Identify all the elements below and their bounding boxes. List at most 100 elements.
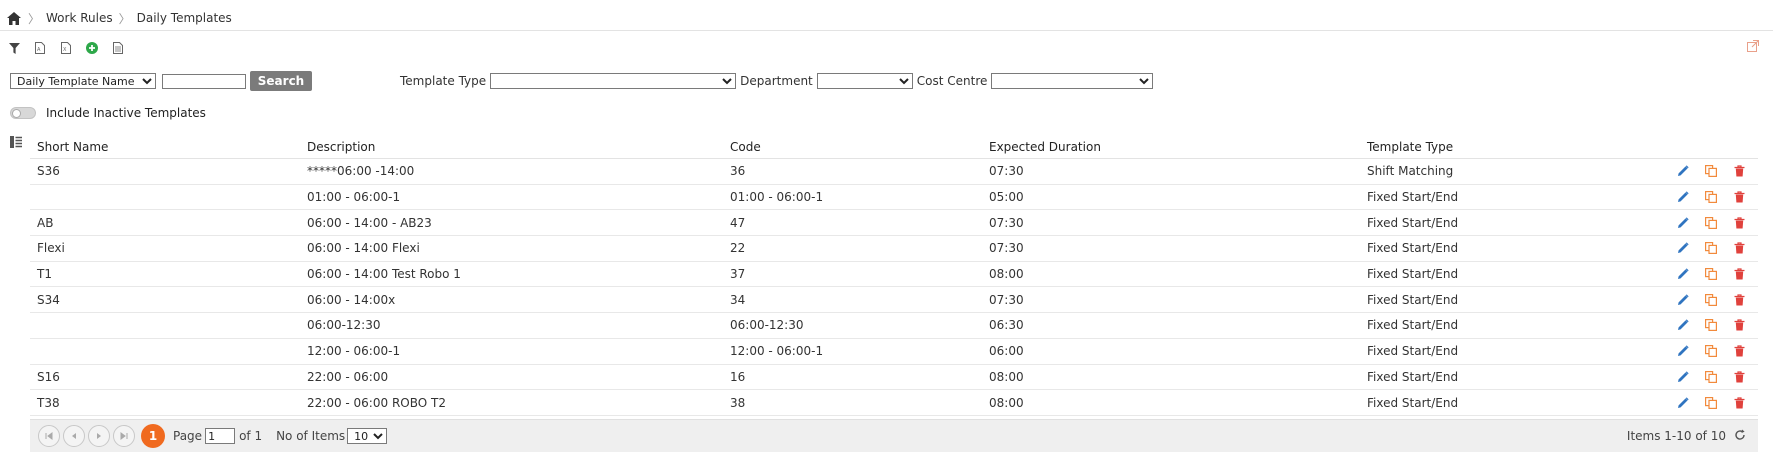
edit-icon[interactable] [1676,267,1690,281]
toolbar: A X [8,42,124,54]
table-row[interactable]: 12:00 - 06:00-1 12:00 - 06:00-1 06:00 Fi… [30,339,1758,365]
cell-description: 01:00 - 06:00-1 [307,190,401,205]
delete-icon[interactable] [1732,190,1746,204]
copy-icon[interactable] [1704,293,1718,307]
cell-code: 36 [730,164,746,179]
pager-summary-area: Items 1-10 of 10 [1627,429,1758,444]
first-page-button[interactable] [38,425,60,447]
delete-icon[interactable] [1732,370,1746,384]
table-row[interactable]: S36 *****06:00 -14:00 36 07:30 Shift Mat… [30,159,1758,185]
cell-short-name: T38 [37,395,60,410]
table-row[interactable]: 01:00 - 06:00-1 01:00 - 06:00-1 05:00 Fi… [30,185,1758,211]
edit-icon[interactable] [1676,318,1690,332]
delete-icon[interactable] [1732,267,1746,281]
cell-description: *****06:00 -14:00 [307,164,415,179]
templates-grid: Short Name Description Code Expected Dur… [30,135,1758,416]
delete-icon[interactable] [1732,216,1746,230]
refresh-icon[interactable] [1734,429,1746,444]
excel-export-icon[interactable]: X [60,42,72,54]
edit-icon[interactable] [1676,293,1690,307]
edit-icon[interactable] [1676,344,1690,358]
row-actions [1648,190,1758,204]
delete-icon[interactable] [1732,318,1746,332]
copy-icon[interactable] [1704,190,1718,204]
grid-header: Short Name Description Code Expected Dur… [30,135,1758,159]
page-size-select[interactable]: 100 [347,428,388,444]
delete-icon[interactable] [1732,396,1746,410]
cell-short-name: S34 [37,292,60,307]
table-row[interactable]: S16 22:00 - 06:00 16 08:00 Fixed Start/E… [30,365,1758,391]
table-row[interactable]: S34 06:00 - 14:00x 34 07:30 Fixed Start/… [30,287,1758,314]
delete-icon[interactable] [1732,293,1746,307]
copy-icon[interactable] [1704,344,1718,358]
cell-short-name: AB [37,215,54,230]
copy-icon[interactable] [1704,396,1718,410]
home-icon[interactable] [6,10,22,26]
cell-code: 38 [730,395,746,410]
next-page-button[interactable] [88,425,110,447]
last-page-button[interactable] [113,425,135,447]
header-short-name[interactable]: Short Name [30,140,300,154]
row-actions [1648,267,1758,281]
cell-description: 06:00 - 14:00 Flexi [307,241,420,256]
prev-page-button[interactable] [63,425,85,447]
copy-icon[interactable] [1704,216,1718,230]
edit-icon[interactable] [1676,190,1690,204]
edit-icon[interactable] [1676,164,1690,178]
search-input[interactable] [162,73,246,89]
cell-template-type: Shift Matching [1367,164,1454,179]
document-icon[interactable] [112,42,124,54]
page-number-input[interactable] [205,428,236,444]
cell-description: 06:00 - 14:00x [307,292,396,307]
edit-icon[interactable] [1676,370,1690,384]
copy-icon[interactable] [1704,241,1718,255]
row-actions [1648,216,1758,230]
edit-icon[interactable] [1676,396,1690,410]
table-row[interactable]: Flexi 06:00 - 14:00 Flexi 22 07:30 Fixed… [30,236,1758,262]
copy-icon[interactable] [1704,370,1718,384]
breadcrumb-work-rules[interactable]: Work Rules [46,11,113,25]
cell-expected-duration: 07:30 [989,215,1024,230]
edit-icon[interactable] [1676,241,1690,255]
delete-icon[interactable] [1732,344,1746,358]
filter-icon[interactable] [8,42,20,54]
delete-icon[interactable] [1732,241,1746,255]
search-button[interactable]: Search [250,71,312,91]
row-actions [1648,293,1758,307]
cost-centre-select[interactable] [991,73,1154,89]
cell-code: 12:00 - 06:00-1 [730,344,824,359]
search-field-select[interactable]: Daily Template Name [10,73,156,89]
copy-icon[interactable] [1704,164,1718,178]
cell-expected-duration: 07:30 [989,241,1024,256]
copy-icon[interactable] [1704,318,1718,332]
delete-icon[interactable] [1732,164,1746,178]
cell-expected-duration: 08:00 [989,395,1024,410]
header-template-type[interactable]: Template Type [1360,140,1648,154]
cell-template-type: Fixed Start/End [1367,190,1459,205]
table-row[interactable]: AB 06:00 - 14:00 - AB23 47 07:30 Fixed S… [30,210,1758,237]
cell-template-type: Fixed Start/End [1367,267,1459,282]
cell-template-type: Fixed Start/End [1367,292,1459,307]
table-row[interactable]: 06:00-12:30 06:00-12:30 06:30 Fixed Star… [30,313,1758,339]
popout-icon[interactable] [1747,40,1759,52]
header-code[interactable]: Code [723,140,982,154]
add-icon[interactable] [86,42,98,54]
page-size-label: No of Items [276,429,346,443]
breadcrumb: 〉 Work Rules 〉 Daily Templates [6,7,232,29]
column-chooser-icon[interactable] [10,136,22,148]
copy-icon[interactable] [1704,267,1718,281]
current-page-button[interactable]: 1 [141,424,165,448]
include-inactive-toggle[interactable] [10,107,36,119]
pdf-export-icon[interactable]: A [34,42,46,54]
header-divider [0,30,1773,31]
header-expected-duration[interactable]: Expected Duration [982,140,1360,154]
template-type-select[interactable] [490,73,737,89]
cell-expected-duration: 05:00 [989,190,1024,205]
edit-icon[interactable] [1676,216,1690,230]
table-row[interactable]: T38 22:00 - 06:00 ROBO T2 38 08:00 Fixed… [30,390,1758,416]
table-row[interactable]: T1 06:00 - 14:00 Test Robo 1 37 08:00 Fi… [30,262,1758,288]
header-description[interactable]: Description [300,140,723,154]
filter-bar: Template Type Department Cost Centre [400,72,1154,90]
row-actions [1648,318,1758,332]
department-select[interactable] [816,73,913,89]
